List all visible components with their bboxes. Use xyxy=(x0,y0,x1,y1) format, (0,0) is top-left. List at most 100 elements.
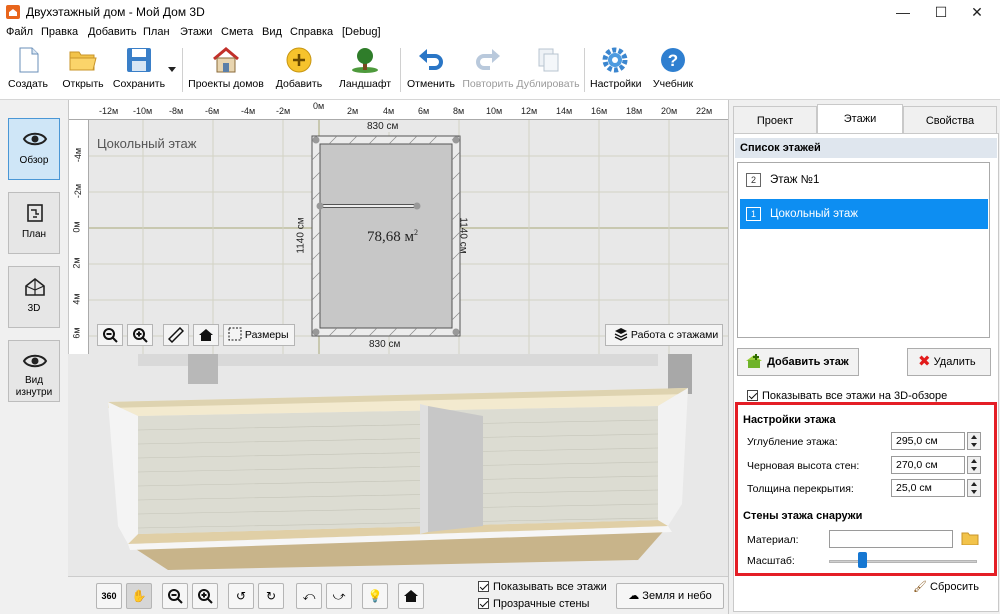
eye-icon xyxy=(22,132,48,146)
undo-label: Отменить xyxy=(407,78,455,90)
toolbar-separator xyxy=(182,48,183,92)
floor-number-icon: 1 xyxy=(746,207,761,221)
duplicate-button[interactable]: Дублировать xyxy=(516,44,580,98)
tab-project[interactable]: Проект xyxy=(733,106,817,134)
open-button[interactable]: Открыть xyxy=(58,44,108,98)
light-button[interactable]: 💡 xyxy=(362,583,388,609)
ruler-tool-button[interactable] xyxy=(163,324,189,346)
menu-add[interactable]: Добавить xyxy=(88,26,137,38)
add-button[interactable]: Добавить xyxy=(274,44,324,98)
floor-item-basement[interactable]: 1 Цокольный этаж xyxy=(740,199,988,229)
ruler-label: 16м xyxy=(591,106,608,116)
eye-icon xyxy=(22,354,48,368)
menu-edit[interactable]: Правка xyxy=(41,26,78,38)
tab-properties[interactable]: Свойства xyxy=(903,106,997,134)
checkbox-checked xyxy=(747,390,758,401)
earth-sky-button[interactable]: ☁ Земля и небо xyxy=(616,583,724,609)
3d-home-button[interactable] xyxy=(398,583,424,609)
rotate-left-button[interactable]: ↺ xyxy=(228,583,254,609)
ruler-label: -2м xyxy=(73,183,84,199)
3d-mode-button[interactable]: 3D xyxy=(8,266,60,328)
tutorial-label: Учебник xyxy=(652,78,694,90)
add-floor-button[interactable]: Добавить этаж xyxy=(737,348,859,376)
checkbox-checked xyxy=(478,581,489,592)
transparent-walls-checkbox[interactable]: Прозрачные стены xyxy=(478,598,589,610)
inside-view-button[interactable]: Вид изнутри xyxy=(8,340,60,402)
menu-file[interactable]: Файл xyxy=(6,26,33,38)
highlight-frame xyxy=(735,402,997,576)
floor-plan-icon xyxy=(27,204,43,222)
tutorial-button[interactable]: ? Учебник xyxy=(648,44,698,98)
save-button[interactable]: Сохранить xyxy=(110,44,168,98)
dimensions-button[interactable]: Размеры xyxy=(223,324,295,346)
overview-mode-button[interactable]: Обзор xyxy=(8,118,60,180)
3d-zoom-in-button[interactable] xyxy=(192,583,218,609)
zoom-out-icon xyxy=(103,328,118,343)
home-view-button[interactable] xyxy=(193,324,219,346)
show-all-floors-checkbox[interactable]: Показывать все этажи xyxy=(478,581,607,593)
reset-button[interactable]: 🖌 Сбросить xyxy=(913,580,979,593)
plan-view[interactable]: -12м -10м -8м -6м -4м -2м 0м 2м 4м 6м 8м… xyxy=(68,100,728,354)
tilt-up-button[interactable]: ⤺ xyxy=(296,583,322,609)
zoom-out-button[interactable] xyxy=(97,324,123,346)
house-projects-label: Проекты домов xyxy=(188,78,264,90)
plan-mode-button[interactable]: План xyxy=(8,192,60,254)
menu-plan[interactable]: План xyxy=(143,26,170,38)
show-all-floors-3d-checkbox[interactable]: Показывать все этажи на 3D-обзоре xyxy=(747,390,947,402)
menu-debug[interactable]: [Debug] xyxy=(342,26,381,38)
pan-hand-button[interactable]: ✋ xyxy=(126,583,152,609)
transparent-walls-label: Прозрачные стены xyxy=(493,598,590,610)
undo-button[interactable]: Отменить xyxy=(406,44,456,98)
menu-help[interactable]: Справка xyxy=(290,26,333,38)
house-projects-button[interactable]: Проекты домов xyxy=(188,44,264,98)
3d-zoom-out-button[interactable] xyxy=(162,583,188,609)
dropdown-arrow-icon xyxy=(168,67,176,72)
ruler-label: -4м xyxy=(73,147,84,163)
dimensions-label: Размеры xyxy=(244,329,289,341)
ruler-label: 2м xyxy=(347,106,359,116)
floppy-disk-icon xyxy=(127,48,151,72)
redo-button[interactable]: Повторить xyxy=(460,44,516,98)
settings-button[interactable]: Настройки xyxy=(590,44,642,98)
delete-x-icon: ✖ xyxy=(918,353,931,370)
work-with-floors-button[interactable]: Работа с этажами xyxy=(605,324,723,346)
ruler-label: 12м xyxy=(521,106,538,116)
current-floor-label: Цокольный этаж xyxy=(97,136,197,151)
gear-icon xyxy=(602,47,628,73)
landscape-button[interactable]: Ландшафт xyxy=(338,44,392,98)
create-button[interactable]: Создать xyxy=(4,44,52,98)
room-area-value: 78,68 м xyxy=(367,229,414,245)
tilt-up-icon: ⤺ xyxy=(302,589,316,603)
earth-sky-label: Земля и небо xyxy=(642,590,712,602)
ruler-icon xyxy=(167,326,185,344)
minimize-icon: — xyxy=(896,4,910,20)
close-button[interactable]: ✕ xyxy=(954,0,1000,24)
3d-view[interactable] xyxy=(68,354,728,576)
floor-item-1[interactable]: 2 Этаж №1 xyxy=(740,165,988,195)
redo-arrow-icon xyxy=(476,49,500,70)
ruler-label: 18м xyxy=(626,106,643,116)
ruler-label: -6м xyxy=(205,106,220,116)
reset-label: Сбросить xyxy=(930,581,979,593)
duplicate-label: Дублировать xyxy=(516,78,580,90)
zoom-in-button[interactable] xyxy=(127,324,153,346)
toolbar-separator xyxy=(400,48,401,92)
floors-list: 2 Этаж №1 1 Цокольный этаж xyxy=(737,162,990,338)
tree-icon xyxy=(352,48,378,73)
ruler-label: 14м xyxy=(556,106,573,116)
menu-floors[interactable]: Этажи xyxy=(180,26,212,38)
menu-bar: Файл Правка Добавить План Этажи Смета Ви… xyxy=(0,24,1000,42)
help-question-icon: ? xyxy=(661,48,685,72)
save-dropdown-button[interactable] xyxy=(166,44,178,98)
house-icon xyxy=(213,47,239,73)
menu-view[interactable]: Вид xyxy=(262,26,282,38)
tab-floors[interactable]: Этажи xyxy=(817,104,903,134)
rotate-right-button[interactable]: ↻ xyxy=(258,583,284,609)
menu-estimate[interactable]: Смета xyxy=(221,26,253,38)
home-icon xyxy=(404,590,418,602)
tilt-down-button[interactable]: ⤻ xyxy=(326,583,352,609)
window-title: Двухэтажный дом - Мой Дом 3D xyxy=(26,5,205,19)
ruler-label: -10м xyxy=(133,106,153,116)
delete-floor-button[interactable]: ✖ Удалить xyxy=(907,348,991,376)
rotate-360-button[interactable]: 360 xyxy=(96,583,122,609)
